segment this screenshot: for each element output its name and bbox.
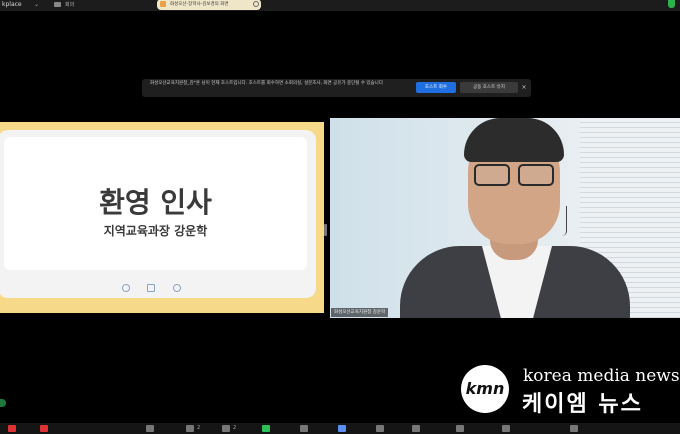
- kmn-logo: kmn: [461, 365, 509, 413]
- top-bar: kplace ⌄ 회의 화성오산-장학사-김보경의 화면: [0, 0, 680, 11]
- close-icon[interactable]: ×: [520, 82, 528, 93]
- notes-icon[interactable]: [456, 425, 464, 432]
- more-icon[interactable]: [570, 425, 578, 432]
- keep-cohost-button[interactable]: 공동 호스트 유지: [460, 82, 518, 93]
- share-label: 화성오산-장학사-김보경의 화면: [170, 2, 229, 7]
- glasses-lens-right: [518, 164, 554, 186]
- slide-content: 환영 인사 지역교육과장 강운학: [4, 137, 307, 270]
- slide-frame: 환영 인사 지역교육과장 강운학: [0, 130, 316, 298]
- record-icon[interactable]: [300, 425, 308, 432]
- info-icon[interactable]: [502, 425, 510, 432]
- reclaim-host-button[interactable]: 호스트 회수: [416, 82, 456, 93]
- security-icon[interactable]: [146, 425, 154, 432]
- speaker-name-tag: 화성오산교육지원청 강운학: [331, 308, 389, 317]
- settings-icon: [122, 284, 130, 292]
- more-options-icon[interactable]: [253, 1, 259, 7]
- chevron-down-icon[interactable]: ⌄: [34, 0, 39, 10]
- speaker-hair: [464, 118, 564, 162]
- speaker-video[interactable]: 화성오산교육지원청 강운학: [330, 118, 680, 318]
- logo-text: kmn: [465, 379, 505, 398]
- notice-text: 화성오산교육지원청_김*훈 님이 현재 호스트입니다. 호스트를 회수하면 소회…: [150, 81, 383, 86]
- participants-count: 2: [197, 425, 201, 431]
- whiteboard-icon[interactable]: [412, 425, 420, 432]
- brand-name-korean: 케이엠 뉴스: [522, 392, 643, 417]
- slide-subtitle: 지역교육과장 강운학: [103, 224, 208, 238]
- chat-icon[interactable]: [222, 425, 230, 432]
- meeting-icon: [54, 2, 61, 7]
- pen-icon: [147, 284, 155, 292]
- workspace-label[interactable]: kplace: [2, 0, 22, 10]
- slide-title: 환영 인사: [99, 186, 212, 219]
- screen-share-icon: [160, 1, 166, 7]
- apps-icon[interactable]: [376, 425, 384, 432]
- side-panel-toggle[interactable]: [0, 399, 6, 407]
- chat-count: 2: [233, 425, 237, 431]
- video-icon[interactable]: [40, 425, 48, 432]
- meeting-label[interactable]: 회의: [65, 0, 74, 10]
- speaker-glasses: [474, 164, 560, 188]
- share-indicator[interactable]: 화성오산-장학사-김보경의 화면: [157, 0, 261, 10]
- reactions-icon[interactable]: [338, 425, 346, 432]
- headset-mic: [562, 206, 567, 236]
- mic-icon[interactable]: [8, 425, 16, 432]
- participants-icon[interactable]: [186, 425, 194, 432]
- share-icon[interactable]: [262, 425, 270, 432]
- host-notice-banner: 화성오산교육지원청_김*훈 님이 현재 호스트입니다. 호스트를 회수하면 소회…: [142, 79, 531, 97]
- brand-name-english: korea media news: [523, 366, 680, 386]
- split-divider-handle[interactable]: [324, 224, 327, 236]
- shield-icon[interactable]: [668, 0, 675, 8]
- gear-icon: [173, 284, 181, 292]
- glasses-lens-left: [474, 164, 510, 186]
- shared-slide-video[interactable]: 환영 인사 지역교육과장 강운학: [0, 122, 324, 313]
- meeting-toolbar: 2 2: [0, 423, 680, 434]
- slide-icon-row: [116, 284, 186, 294]
